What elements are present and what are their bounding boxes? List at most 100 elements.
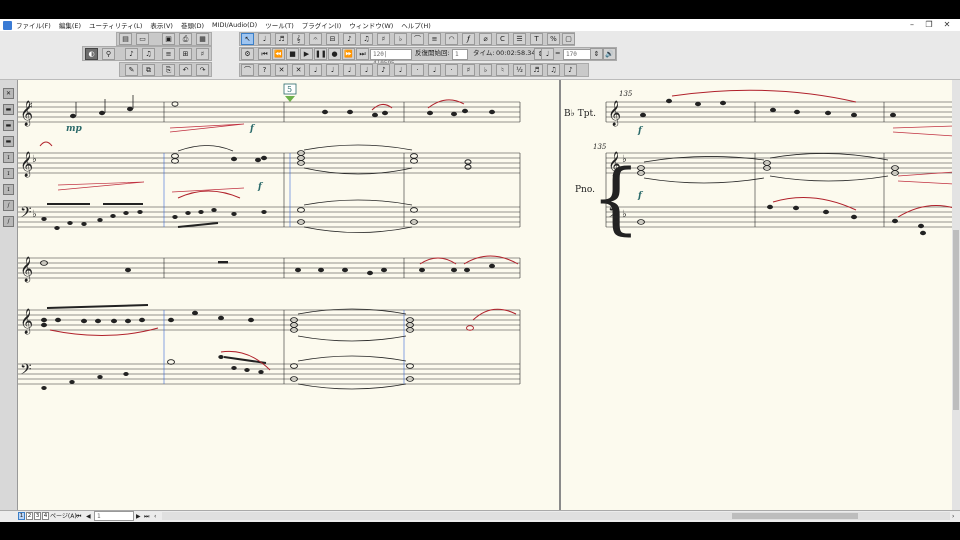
- tool-14-icon[interactable]: 𝆑: [462, 33, 475, 45]
- art-20-icon[interactable]: ♪: [564, 64, 577, 76]
- tool-4-icon[interactable]: 𝄞: [292, 33, 305, 45]
- tool-16-icon[interactable]: C: [496, 33, 509, 45]
- zoom-icon[interactable]: ⚲: [102, 48, 115, 60]
- vertical-scroll-thumb[interactable]: [953, 230, 959, 410]
- page-number-field[interactable]: 1: [94, 511, 134, 521]
- open-file-icon[interactable]: ▭: [136, 33, 149, 45]
- key-icon[interactable]: ♯: [196, 48, 209, 60]
- fast-forward-icon[interactable]: ⏩: [342, 48, 355, 60]
- forward-end-icon[interactable]: ⏭: [356, 48, 369, 60]
- tool-15-icon[interactable]: ⌀: [479, 33, 492, 45]
- art-8-icon[interactable]: ♩: [360, 64, 373, 76]
- page-tab-4[interactable]: 4: [42, 512, 49, 520]
- quarter-note-icon[interactable]: ♩: [541, 48, 554, 60]
- minimize-icon[interactable]: –: [905, 19, 919, 31]
- tool-17-icon[interactable]: ☰: [513, 33, 526, 45]
- prev-page-icon[interactable]: ◀: [86, 512, 91, 521]
- tool-6-icon[interactable]: ⊟: [326, 33, 339, 45]
- tempo-field[interactable]: 170: [563, 49, 591, 60]
- art-12-icon[interactable]: ♩: [428, 64, 441, 76]
- layer-5-icon[interactable]: ɪ: [3, 152, 14, 163]
- wrench-icon[interactable]: ✎: [125, 64, 138, 76]
- art-5-icon[interactable]: ♩: [309, 64, 322, 76]
- score-view[interactable]: 𝄞 𝄞 𝄢 ♯ ♭ ♭ mp f 5 f 𝄞 𝄞 𝄢 135 B♭ Tpt. 𝄞…: [18, 80, 954, 510]
- layer-6-icon[interactable]: ɪ: [3, 168, 14, 179]
- art-18-icon[interactable]: ♬: [530, 64, 543, 76]
- menu-view[interactable]: 表示(V): [150, 20, 173, 30]
- menu-plugins[interactable]: プラグイン(I): [302, 20, 342, 30]
- art-15-icon[interactable]: ♭: [479, 64, 492, 76]
- pause-icon[interactable]: ❚❚: [314, 48, 327, 60]
- playback-cursor-icon[interactable]: [285, 96, 295, 102]
- tool-2-icon[interactable]: ♩: [258, 33, 271, 45]
- next-page-icon[interactable]: ▶: [136, 512, 141, 521]
- record-icon[interactable]: ●: [328, 48, 341, 60]
- layer-8-icon[interactable]: /: [3, 200, 14, 211]
- menu-document[interactable]: 巻頭(D): [181, 20, 204, 30]
- scroll-left-icon[interactable]: ‹: [154, 512, 156, 521]
- redo-icon[interactable]: ↷: [196, 64, 209, 76]
- menu-utilities[interactable]: ユーティリティ(L): [89, 20, 142, 30]
- text-tool-icon[interactable]: T: [530, 33, 543, 45]
- layer-2-icon[interactable]: ▬: [3, 104, 14, 115]
- layer-9-icon[interactable]: /: [3, 216, 14, 227]
- playback-settings-icon[interactable]: ⚙: [241, 48, 254, 60]
- first-page-icon[interactable]: ⏮: [76, 512, 81, 521]
- menu-help[interactable]: ヘルプ(H): [401, 20, 430, 30]
- close-icon[interactable]: ✕: [940, 19, 954, 31]
- tool-5-icon[interactable]: 𝄐: [309, 33, 322, 45]
- tool-9-icon[interactable]: ♯: [377, 33, 390, 45]
- simple-entry-icon[interactable]: ♫: [142, 48, 155, 60]
- layer-3-icon[interactable]: ▬: [3, 120, 14, 131]
- art-13-icon[interactable]: ·: [445, 64, 458, 76]
- restore-icon[interactable]: ❐: [922, 19, 936, 31]
- speedy-entry-icon[interactable]: ♪: [125, 48, 138, 60]
- menu-tools[interactable]: ツール(T): [265, 20, 294, 30]
- measure-counter-field[interactable]: 120| 4|0595: [370, 49, 412, 67]
- vertical-scrollbar[interactable]: [952, 80, 960, 510]
- tempo-down-icon[interactable]: ⇕: [590, 48, 603, 60]
- start-repeat-field[interactable]: 1: [452, 49, 468, 60]
- play-icon[interactable]: ▶: [300, 48, 313, 60]
- print-icon[interactable]: ⎙: [179, 33, 192, 45]
- menu-edit[interactable]: 編集(E): [59, 20, 81, 30]
- save-icon[interactable]: ▣: [162, 33, 175, 45]
- staff-icon[interactable]: ≡: [162, 48, 175, 60]
- page-tab-1[interactable]: 1: [18, 512, 25, 520]
- stop-icon[interactable]: ■: [286, 48, 299, 60]
- rewind-start-icon[interactable]: ⏮: [258, 48, 271, 60]
- art-9-icon[interactable]: ♪: [377, 64, 390, 76]
- paste-icon[interactable]: ⎘: [162, 64, 175, 76]
- art-7-icon[interactable]: ♩: [343, 64, 356, 76]
- menu-window[interactable]: ウィンドウ(W): [349, 20, 393, 30]
- tool-13-icon[interactable]: ◠: [445, 33, 458, 45]
- copy-icon[interactable]: ⧉: [142, 64, 155, 76]
- new-file-icon[interactable]: ▤: [119, 33, 132, 45]
- rewind-icon[interactable]: ⏪: [272, 48, 285, 60]
- menu-midi-audio[interactable]: MIDI/Audio(D): [212, 21, 257, 29]
- menu-file[interactable]: ファイル(F): [16, 20, 51, 30]
- art-17-icon[interactable]: ½: [513, 64, 526, 76]
- tool-12-icon[interactable]: ≡: [428, 33, 441, 45]
- tool-8-icon[interactable]: ♫: [360, 33, 373, 45]
- layer-7-icon[interactable]: ɪ: [3, 184, 14, 195]
- page-tab-2[interactable]: 2: [26, 512, 33, 520]
- page-setup-icon[interactable]: ▦: [196, 33, 209, 45]
- art-11-icon[interactable]: ·: [411, 64, 424, 76]
- art-2-icon[interactable]: ?: [258, 64, 271, 76]
- art-1-icon[interactable]: ⌒: [241, 64, 254, 76]
- art-19-icon[interactable]: ♫: [547, 64, 560, 76]
- page-tab-3[interactable]: 3: [34, 512, 41, 520]
- layer-1-icon[interactable]: ✕: [3, 88, 14, 99]
- art-10-icon[interactable]: ♩: [394, 64, 407, 76]
- tool-3-icon[interactable]: ♬: [275, 33, 288, 45]
- horizontal-scrollbar[interactable]: [162, 512, 950, 520]
- measure-icon[interactable]: ⊞: [179, 48, 192, 60]
- art-16-icon[interactable]: ♮: [496, 64, 509, 76]
- scroll-right-icon[interactable]: ›: [952, 512, 954, 521]
- art-6-icon[interactable]: ♩: [326, 64, 339, 76]
- tool-11-icon[interactable]: ⌒: [411, 33, 424, 45]
- tool-19-icon[interactable]: %: [547, 33, 560, 45]
- layer-4-icon[interactable]: ▬: [3, 136, 14, 147]
- tool-10-icon[interactable]: ♭: [394, 33, 407, 45]
